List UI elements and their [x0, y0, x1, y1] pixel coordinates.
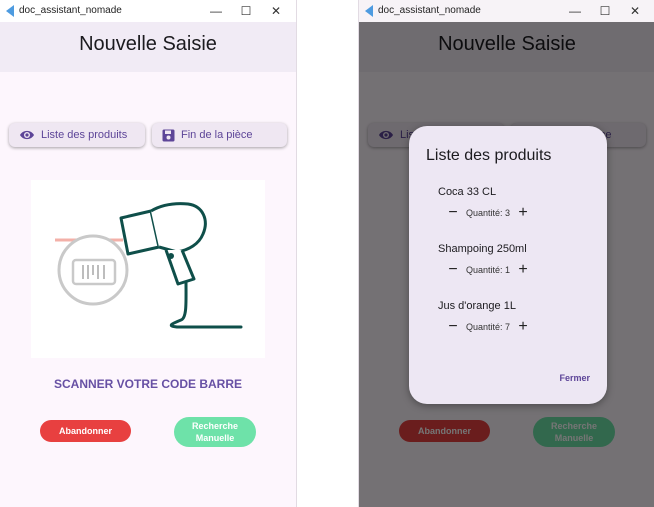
- quantity-stepper: − Quantité: 1 +: [446, 262, 530, 278]
- flutter-icon: [6, 5, 14, 17]
- decrement-button[interactable]: −: [446, 205, 460, 221]
- app-window-dialog: doc_assistant_nomade — ☐ ✕ Nouvelle Sais…: [358, 0, 654, 507]
- close-button[interactable]: ✕: [621, 1, 649, 21]
- scan-caption: SCANNER VOTRE CODE BARRE: [53, 377, 242, 391]
- maximize-button[interactable]: ☐: [232, 1, 260, 21]
- fin-piece-button[interactable]: Fin de la pièce: [152, 123, 287, 147]
- product-name: Shampoing 250ml: [438, 243, 527, 255]
- recherche-manuelle-label-line1: Recherche: [191, 421, 239, 431]
- window-titlebar: doc_assistant_nomade — ☐ ✕: [0, 0, 296, 22]
- produits-dialog: Liste des produits Coca 33 CL − Quantité…: [409, 126, 607, 404]
- increment-button[interactable]: +: [516, 262, 530, 278]
- increment-button[interactable]: +: [516, 205, 530, 221]
- liste-produits-label: Liste des produits: [41, 129, 128, 141]
- barcode-scanner-icon: [55, 202, 243, 329]
- minimize-button[interactable]: —: [202, 1, 230, 21]
- flutter-icon: [365, 5, 373, 17]
- liste-produits-button[interactable]: Liste des produits: [9, 123, 145, 147]
- fin-piece-label: Fin de la pièce: [181, 129, 253, 141]
- decrement-button[interactable]: −: [446, 319, 460, 335]
- window-titlebar: doc_assistant_nomade — ☐ ✕: [359, 0, 654, 22]
- product-item: Shampoing 250ml − Quantité: 1 +: [438, 243, 530, 278]
- eye-icon: [20, 130, 34, 140]
- fermer-button[interactable]: Fermer: [559, 373, 590, 383]
- save-icon: [162, 129, 175, 141]
- recherche-manuelle-button[interactable]: Recherche Manuelle: [174, 417, 256, 447]
- product-name: Jus d'orange 1L: [438, 300, 516, 312]
- close-button[interactable]: ✕: [262, 1, 290, 21]
- quantity-label: Quantité: 3: [466, 208, 511, 218]
- page-title: Nouvelle Saisie: [79, 33, 217, 55]
- decrement-button[interactable]: −: [446, 262, 460, 278]
- product-item: Coca 33 CL − Quantité: 3 +: [438, 186, 530, 221]
- product-name: Coca 33 CL: [438, 186, 497, 198]
- recherche-manuelle-label-line2: Manuelle: [195, 433, 235, 443]
- maximize-button[interactable]: ☐: [591, 1, 619, 21]
- main-content: Liste des produits Fin de la pièce SCANN…: [0, 72, 296, 507]
- scanner-illustration: [31, 180, 265, 358]
- increment-button[interactable]: +: [516, 319, 530, 335]
- dialog-title: Liste des produits: [426, 147, 552, 164]
- quantity-label: Quantité: 1: [466, 265, 511, 275]
- app-bar: Nouvelle Saisie: [0, 22, 296, 72]
- product-item: Jus d'orange 1L − Quantité: 7 +: [438, 300, 530, 335]
- quantity-label: Quantité: 7: [466, 322, 511, 332]
- window-title: doc_assistant_nomade: [19, 5, 122, 16]
- minimize-button[interactable]: —: [561, 1, 589, 21]
- abandonner-button[interactable]: Abandonner: [40, 420, 131, 442]
- window-title: doc_assistant_nomade: [378, 5, 481, 16]
- app-window-main: doc_assistant_nomade — ☐ ✕ Nouvelle Sais…: [0, 0, 297, 507]
- quantity-stepper: − Quantité: 7 +: [446, 319, 530, 335]
- quantity-stepper: − Quantité: 3 +: [446, 205, 530, 221]
